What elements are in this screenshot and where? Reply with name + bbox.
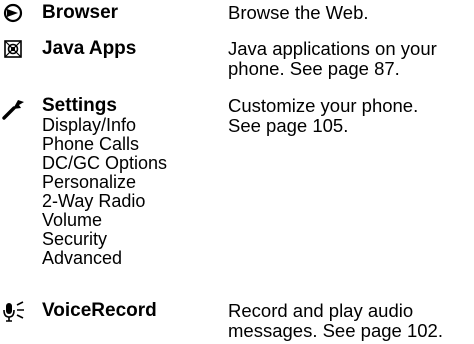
settings-subitem: DC/GC Options (42, 153, 168, 173)
settings-subitem: Personalize (42, 172, 137, 192)
description-line: Record and play audio (228, 300, 414, 321)
entry-description: Customize your phone. See page 105. (228, 96, 472, 136)
settings-subitem: 2-Way Radio (42, 191, 146, 211)
entry-description: Browse the Web. (228, 3, 472, 23)
entry-description: Java applications on your phone. See pag… (228, 39, 472, 79)
settings-subitem: Phone Calls (42, 134, 140, 154)
java-apps-icon (2, 38, 26, 62)
globe-icon (2, 2, 26, 26)
entry-title: VoiceRecord (42, 300, 157, 321)
entry-description: Record and play audio messages. See page… (228, 301, 472, 341)
settings-subitem: Advanced (42, 248, 123, 268)
description-line: Browse the Web. (228, 2, 369, 23)
settings-icon (2, 96, 26, 120)
description-line: Java applications on your (228, 38, 437, 59)
entry-title: Settings (42, 95, 117, 116)
settings-subitem: Display/Info (42, 115, 137, 135)
description-line: messages. See page 102. (228, 320, 443, 341)
description-line: See page 105. (228, 115, 349, 136)
description-line: Customize your phone. (228, 95, 419, 116)
voice-record-icon (2, 300, 26, 324)
entry-title: Browser (42, 2, 119, 23)
description-line: phone. See page 87. (228, 58, 400, 79)
entry-title: Java Apps (42, 38, 137, 59)
settings-subitem: Security (42, 229, 108, 249)
settings-subitem: Volume (42, 210, 103, 230)
